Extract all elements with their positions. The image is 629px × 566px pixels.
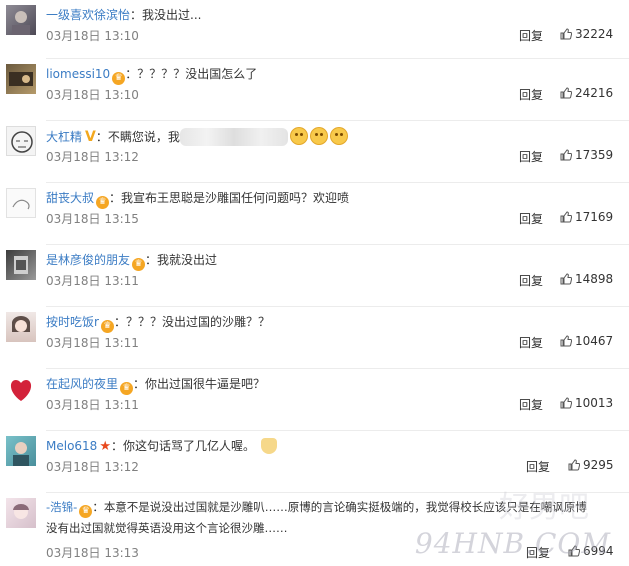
- username-link[interactable]: 甜丧大叔: [46, 191, 94, 205]
- reply-button[interactable]: 回复: [519, 272, 543, 289]
- comment-text: 不瞒您说，我: [107, 130, 180, 144]
- avatar[interactable]: [6, 5, 36, 35]
- comment-date: 03月18日 13:12: [46, 460, 139, 474]
- comment-row: 甜丧大叔 ♛ ：我宣布王思聪是沙雕国任何问题吗？欢迎喷 03月18日 13:15 回…: [0, 183, 629, 245]
- avatar[interactable]: [6, 312, 36, 342]
- comment-text: 我就没出过: [157, 253, 218, 267]
- avatar[interactable]: [6, 126, 36, 156]
- username-link[interactable]: -浩锦-: [46, 500, 77, 514]
- comment-row: 在起风的夜里 ♛ ：你出过国很牛逼是吧？ 03月18日 13:11 回复 10013: [0, 369, 629, 431]
- avatar[interactable]: [6, 64, 36, 94]
- comment-date: 03月18日 13:12: [46, 150, 139, 164]
- star-icon: ★: [99, 439, 111, 454]
- comment-text: 我没出过...: [142, 8, 202, 22]
- like-count: 32224: [575, 27, 614, 41]
- comment-date: 03月18日 13:10: [46, 88, 139, 102]
- smile-emoji-icon: [329, 127, 348, 145]
- like-count: 10013: [575, 396, 614, 410]
- watermark: 94HNB.COM: [414, 527, 611, 560]
- avatar[interactable]: [6, 188, 36, 218]
- verified-v-icon: V: [85, 129, 96, 145]
- avatar[interactable]: [6, 436, 36, 466]
- username-link[interactable]: liomessi10: [46, 67, 110, 81]
- reply-button[interactable]: 回复: [526, 458, 550, 475]
- reply-button[interactable]: 回复: [519, 148, 543, 165]
- like-button[interactable]: 14898: [560, 272, 613, 286]
- comment-date: 03月18日 13:15: [46, 212, 139, 226]
- reply-button[interactable]: 回复: [519, 86, 543, 103]
- comment-text: 我宣布王思聪是沙雕国任何问题吗？欢迎喷: [121, 191, 350, 205]
- reply-button[interactable]: 回复: [519, 334, 543, 351]
- like-button[interactable]: 10467: [560, 334, 613, 348]
- crown-icon: ♛: [96, 196, 110, 209]
- watermark-cn: 好男吧: [499, 490, 589, 525]
- like-count: 17359: [575, 148, 614, 162]
- comment-row: 一级喜欢徐滨怡：我没出过... 03月18日 13:10 回复 32224: [0, 0, 629, 59]
- comment-date: 03月18日 13:10: [46, 29, 139, 43]
- comment-text: 你这句话骂了几亿人喔。: [123, 439, 256, 453]
- crown-icon: ♛: [79, 505, 93, 518]
- crown-icon: ♛: [120, 382, 134, 395]
- crown-icon: ♛: [112, 72, 126, 85]
- like-count: 14898: [575, 272, 614, 286]
- crown-icon: ♛: [100, 320, 114, 333]
- thumbs-up-icon: [560, 335, 572, 347]
- username-link[interactable]: 是林彦俊的朋友: [46, 253, 130, 267]
- comment-row: liomessi10 ♛ ：？？？？没出国怎么了 03月18日 13:10 回复 2…: [0, 59, 629, 121]
- reply-button[interactable]: 回复: [519, 27, 543, 44]
- comment-text-continued: 没有出过国就觉得英语没用这个言论很沙雕……: [46, 521, 288, 535]
- username-link[interactable]: 一级喜欢徐滨怡: [46, 8, 130, 22]
- username-link[interactable]: Melo618: [46, 439, 97, 453]
- reply-button[interactable]: 回复: [519, 210, 543, 227]
- like-count: 17169: [575, 210, 614, 224]
- like-count: 10467: [575, 334, 614, 348]
- username-link[interactable]: 在起风的夜里: [46, 377, 118, 391]
- username-link[interactable]: 大杠精: [46, 130, 82, 144]
- like-button[interactable]: 10013: [560, 396, 613, 410]
- like-button[interactable]: 9295: [568, 458, 614, 472]
- like-count: 24216: [575, 86, 614, 100]
- comment-row: 大杠精 V：不瞒您说，我 03月18日 13:12 回复 17359: [0, 121, 629, 183]
- comment-row: 按时吃饭r ♛ ：？？？没出过国的沙雕？？ 03月18日 13:11 回复 1046…: [0, 307, 629, 369]
- thumbs-up-icon: [560, 211, 572, 223]
- like-count: 9295: [583, 458, 614, 472]
- avatar[interactable]: [6, 374, 36, 404]
- like-button[interactable]: 17169: [560, 210, 613, 224]
- thumbs-up-icon: [560, 397, 572, 409]
- avatar[interactable]: [6, 250, 36, 280]
- comment-text: ？？？？没出国怎么了: [137, 67, 258, 81]
- like-button[interactable]: 17359: [560, 148, 613, 162]
- thumbs-up-icon: [560, 28, 572, 40]
- comment-text: ？？？没出过国的沙雕？？: [125, 315, 270, 329]
- smile-emoji-icon: [289, 127, 308, 145]
- blurred-content: [179, 128, 288, 146]
- username-link[interactable]: 按时吃饭r: [46, 315, 99, 329]
- like-button[interactable]: 24216: [560, 86, 613, 100]
- avatar[interactable]: [6, 498, 36, 528]
- thumbs-up-icon: [560, 273, 572, 285]
- comment-date: 03月18日 13:13: [46, 546, 139, 560]
- crown-icon: ♛: [132, 258, 146, 271]
- reply-button[interactable]: 回复: [519, 396, 543, 413]
- like-button[interactable]: 32224: [560, 27, 613, 41]
- doge-emoji-icon: [261, 438, 278, 454]
- thumbs-up-icon: [560, 149, 572, 161]
- thumbs-up-icon: [568, 459, 580, 471]
- smile-emoji-icon: [309, 127, 328, 145]
- comment-date: 03月18日 13:11: [46, 398, 139, 412]
- comment-date: 03月18日 13:11: [46, 336, 139, 350]
- comment-text: 你出过国很牛逼是吧？: [145, 377, 266, 391]
- comment-row: 是林彦俊的朋友 ♛ ：我就没出过 03月18日 13:11 回复 14898: [0, 245, 629, 307]
- thumbs-up-icon: [560, 87, 572, 99]
- comment-date: 03月18日 13:11: [46, 274, 139, 288]
